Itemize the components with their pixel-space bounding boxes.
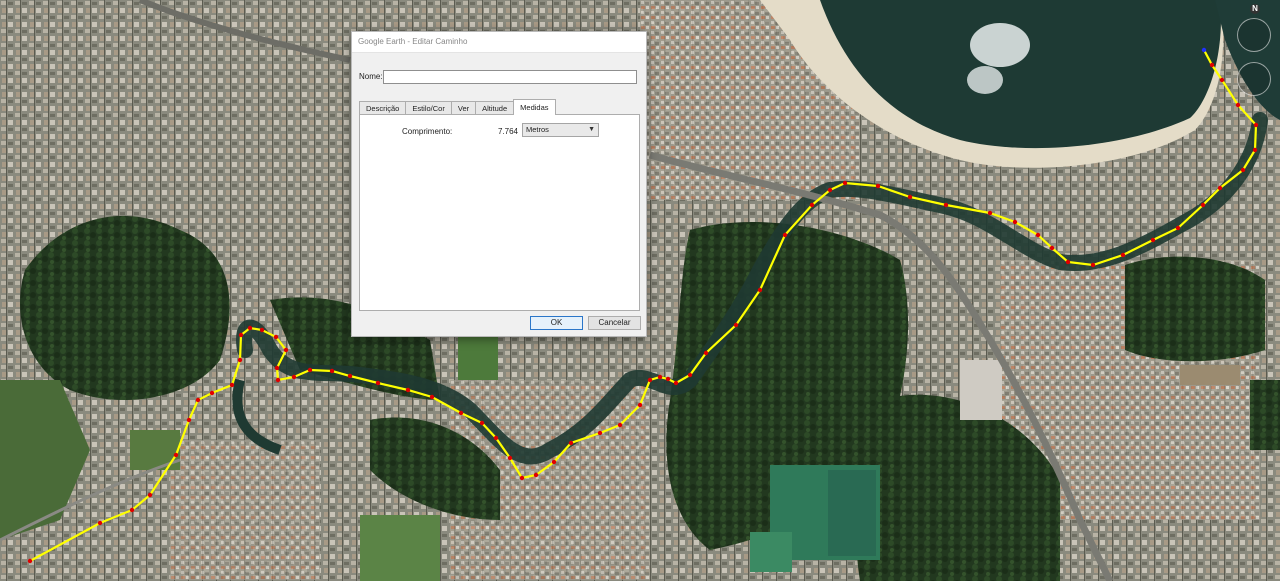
tab-estilo-cor[interactable]: Estilo/Cor	[405, 101, 452, 115]
look-around-icon[interactable]	[1237, 18, 1271, 52]
path-vertex[interactable]	[703, 350, 709, 356]
path-vertex[interactable]	[782, 232, 788, 238]
edit-path-dialog: Google Earth - Editar Caminho Nome: Desc…	[351, 31, 647, 337]
tab-ver[interactable]: Ver	[450, 101, 477, 115]
ok-button[interactable]: OK	[530, 316, 583, 330]
path-vertex[interactable]	[329, 368, 335, 374]
unit-selected-value: Metros	[526, 125, 549, 134]
dialog-title[interactable]: Google Earth - Editar Caminho	[352, 32, 646, 53]
measurements-panel: Comprimento: 7.764 Metros ▼	[359, 114, 640, 311]
path-vertex[interactable]	[568, 440, 574, 446]
path-vertex[interactable]	[907, 194, 913, 200]
path-vertex[interactable]	[27, 558, 33, 564]
path-vertex[interactable]	[533, 472, 539, 478]
path-vertex[interactable]	[733, 322, 739, 328]
path-vertex[interactable]	[1217, 185, 1223, 191]
path-vertex[interactable]	[429, 394, 435, 400]
path-vertex[interactable]	[1240, 167, 1246, 173]
path-vertex[interactable]	[274, 365, 280, 371]
path-vertex[interactable]	[1012, 219, 1018, 225]
path-vertex[interactable]	[842, 180, 848, 186]
path-vertex[interactable]	[375, 380, 381, 386]
path-vertex[interactable]	[291, 374, 297, 380]
path-vertex[interactable]	[1219, 77, 1225, 83]
path-vertex[interactable]	[943, 202, 949, 208]
path-vertex[interactable]	[875, 183, 881, 189]
path-vertex[interactable]	[987, 210, 993, 216]
path-vertex[interactable]	[1120, 252, 1126, 258]
tab-medidas[interactable]: Medidas	[513, 99, 556, 115]
path-vertex[interactable]	[1049, 245, 1055, 251]
path-vertex[interactable]	[347, 373, 353, 379]
path-vertex[interactable]	[1175, 225, 1181, 231]
path-vertex[interactable]	[507, 455, 513, 461]
name-label: Nome:	[359, 72, 383, 81]
path-vertex[interactable]	[275, 377, 281, 383]
path-vertex[interactable]	[209, 390, 215, 396]
path-vertex[interactable]	[1150, 237, 1156, 243]
tab-altitude[interactable]: Altitude	[475, 101, 515, 115]
path-vertex[interactable]	[307, 367, 313, 373]
path-vertex[interactable]	[458, 410, 464, 416]
path-vertex[interactable]	[195, 397, 201, 403]
cancel-button[interactable]: Cancelar	[588, 316, 641, 330]
path-vertex[interactable]	[1209, 62, 1215, 68]
path-vertex[interactable]	[617, 422, 623, 428]
path-vertex[interactable]	[647, 377, 653, 383]
path-vertex[interactable]	[827, 187, 833, 193]
path-vertex[interactable]	[493, 435, 499, 441]
path-vertex[interactable]	[673, 380, 679, 386]
path-vertex[interactable]	[1065, 259, 1071, 265]
path-vertex[interactable]	[1200, 202, 1206, 208]
path-vertex[interactable]	[237, 357, 243, 363]
path-vertex[interactable]	[129, 507, 135, 513]
path-vertex[interactable]	[597, 430, 603, 436]
path-vertex[interactable]	[247, 325, 253, 331]
path-vertex[interactable]	[259, 327, 265, 333]
path-vertex[interactable]	[637, 402, 643, 408]
tab-descricao[interactable]: Descrição	[359, 101, 407, 115]
path-vertex[interactable]	[687, 372, 693, 378]
path-vertex[interactable]	[551, 459, 557, 465]
path-vertex[interactable]	[273, 334, 279, 340]
path-vertex[interactable]	[186, 417, 192, 423]
name-row: Nome:	[358, 70, 640, 84]
path-vertex[interactable]	[1201, 47, 1207, 53]
path-vertex[interactable]	[665, 376, 671, 382]
north-indicator-icon[interactable]: N	[1250, 4, 1260, 14]
path-vertex[interactable]	[229, 382, 235, 388]
unit-select[interactable]: Metros ▼	[522, 123, 599, 137]
length-value: 7.764	[497, 127, 518, 136]
length-label: Comprimento:	[402, 127, 453, 136]
path-vertex[interactable]	[1090, 262, 1096, 268]
path-vertex[interactable]	[1252, 147, 1258, 153]
path-vertex[interactable]	[283, 347, 289, 353]
path-vertex[interactable]	[1035, 232, 1041, 238]
path-vertex[interactable]	[97, 520, 103, 526]
path-vertex[interactable]	[405, 387, 411, 393]
path-vertex[interactable]	[757, 287, 763, 293]
dropdown-arrow-icon: ▼	[588, 126, 595, 133]
path-vertex[interactable]	[657, 374, 663, 380]
path-vertex[interactable]	[479, 420, 485, 426]
navigation-controls[interactable]: N	[1236, 4, 1274, 104]
path-vertex[interactable]	[147, 492, 153, 498]
path-vertex[interactable]	[173, 452, 179, 458]
name-input[interactable]	[383, 70, 637, 84]
path-vertex[interactable]	[809, 202, 815, 208]
path-vertex[interactable]	[519, 475, 525, 481]
tab-strip: Descrição Estilo/Cor Ver Altitude Medida…	[359, 99, 556, 115]
path-vertex[interactable]	[238, 332, 244, 338]
path-vertex[interactable]	[1253, 122, 1259, 128]
move-joystick-icon[interactable]	[1237, 62, 1271, 96]
